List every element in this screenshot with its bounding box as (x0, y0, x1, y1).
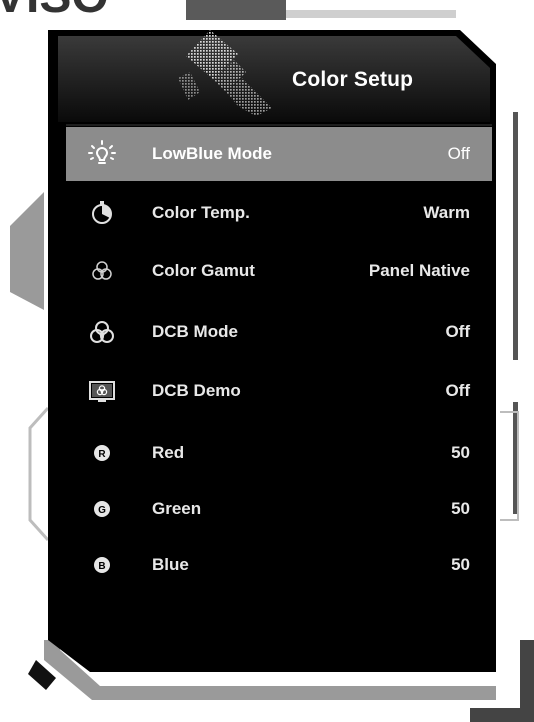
menu-item-value: Off (445, 322, 470, 341)
menu-item-label: LowBlue Mode (152, 144, 272, 163)
svg-text:VISO: VISO (0, 0, 109, 23)
menu-item-label: Green (152, 499, 202, 518)
menu-item-value: Warm (423, 203, 470, 222)
paint-roller-icon (178, 30, 272, 116)
osd-screen: VISO (0, 0, 534, 722)
menu-item-label: Blue (152, 555, 189, 574)
menu-item-blue[interactable]: B Blue 50 (66, 538, 492, 592)
menu-item-value: 50 (451, 555, 470, 574)
menu-item-lowblue-mode[interactable]: LowBlue Mode Off (66, 127, 492, 181)
menu-item-value: Panel Native (368, 261, 470, 280)
blue-b-circle-icon: B (94, 557, 110, 573)
menu-item-label: Color Temp. (152, 203, 250, 222)
menu-item-label: DCB Demo (152, 381, 241, 400)
rgb-circles-icon (90, 321, 114, 343)
menu-item-dcb-mode[interactable]: DCB Mode Off (66, 305, 492, 359)
brand-fragment: VISO (0, 0, 109, 23)
green-g-circle-icon: G (94, 501, 110, 517)
menu-item-value: Off (447, 144, 470, 163)
menu-item-color-temp[interactable]: Color Temp. Warm (66, 186, 492, 240)
red-r-circle-icon: R (94, 445, 110, 461)
menu-item-label: Red (152, 443, 185, 462)
page-title: Color Setup (292, 68, 414, 91)
monitor-demo-icon (89, 381, 115, 402)
three-circles-icon (92, 261, 112, 280)
menu-item-red[interactable]: R Red 50 (66, 426, 492, 480)
svg-text:R: R (98, 449, 106, 460)
menu-item-label: Color Gamut (152, 261, 255, 280)
menu-item-dcb-demo[interactable]: DCB Demo Off (66, 364, 492, 418)
menu-item-label: DCB Mode (152, 322, 238, 341)
light-bulb-icon (88, 140, 116, 164)
svg-text:G: G (98, 505, 106, 516)
menu-item-value: 50 (451, 443, 470, 462)
menu-item-value: Off (445, 381, 470, 400)
menu-item-green[interactable]: G Green 50 (66, 482, 492, 536)
svg-text:B: B (98, 561, 105, 572)
thermometer-dial-icon (92, 201, 112, 224)
menu-item-value: 50 (451, 499, 470, 518)
menu-item-color-gamut[interactable]: Color Gamut Panel Native (66, 244, 492, 298)
